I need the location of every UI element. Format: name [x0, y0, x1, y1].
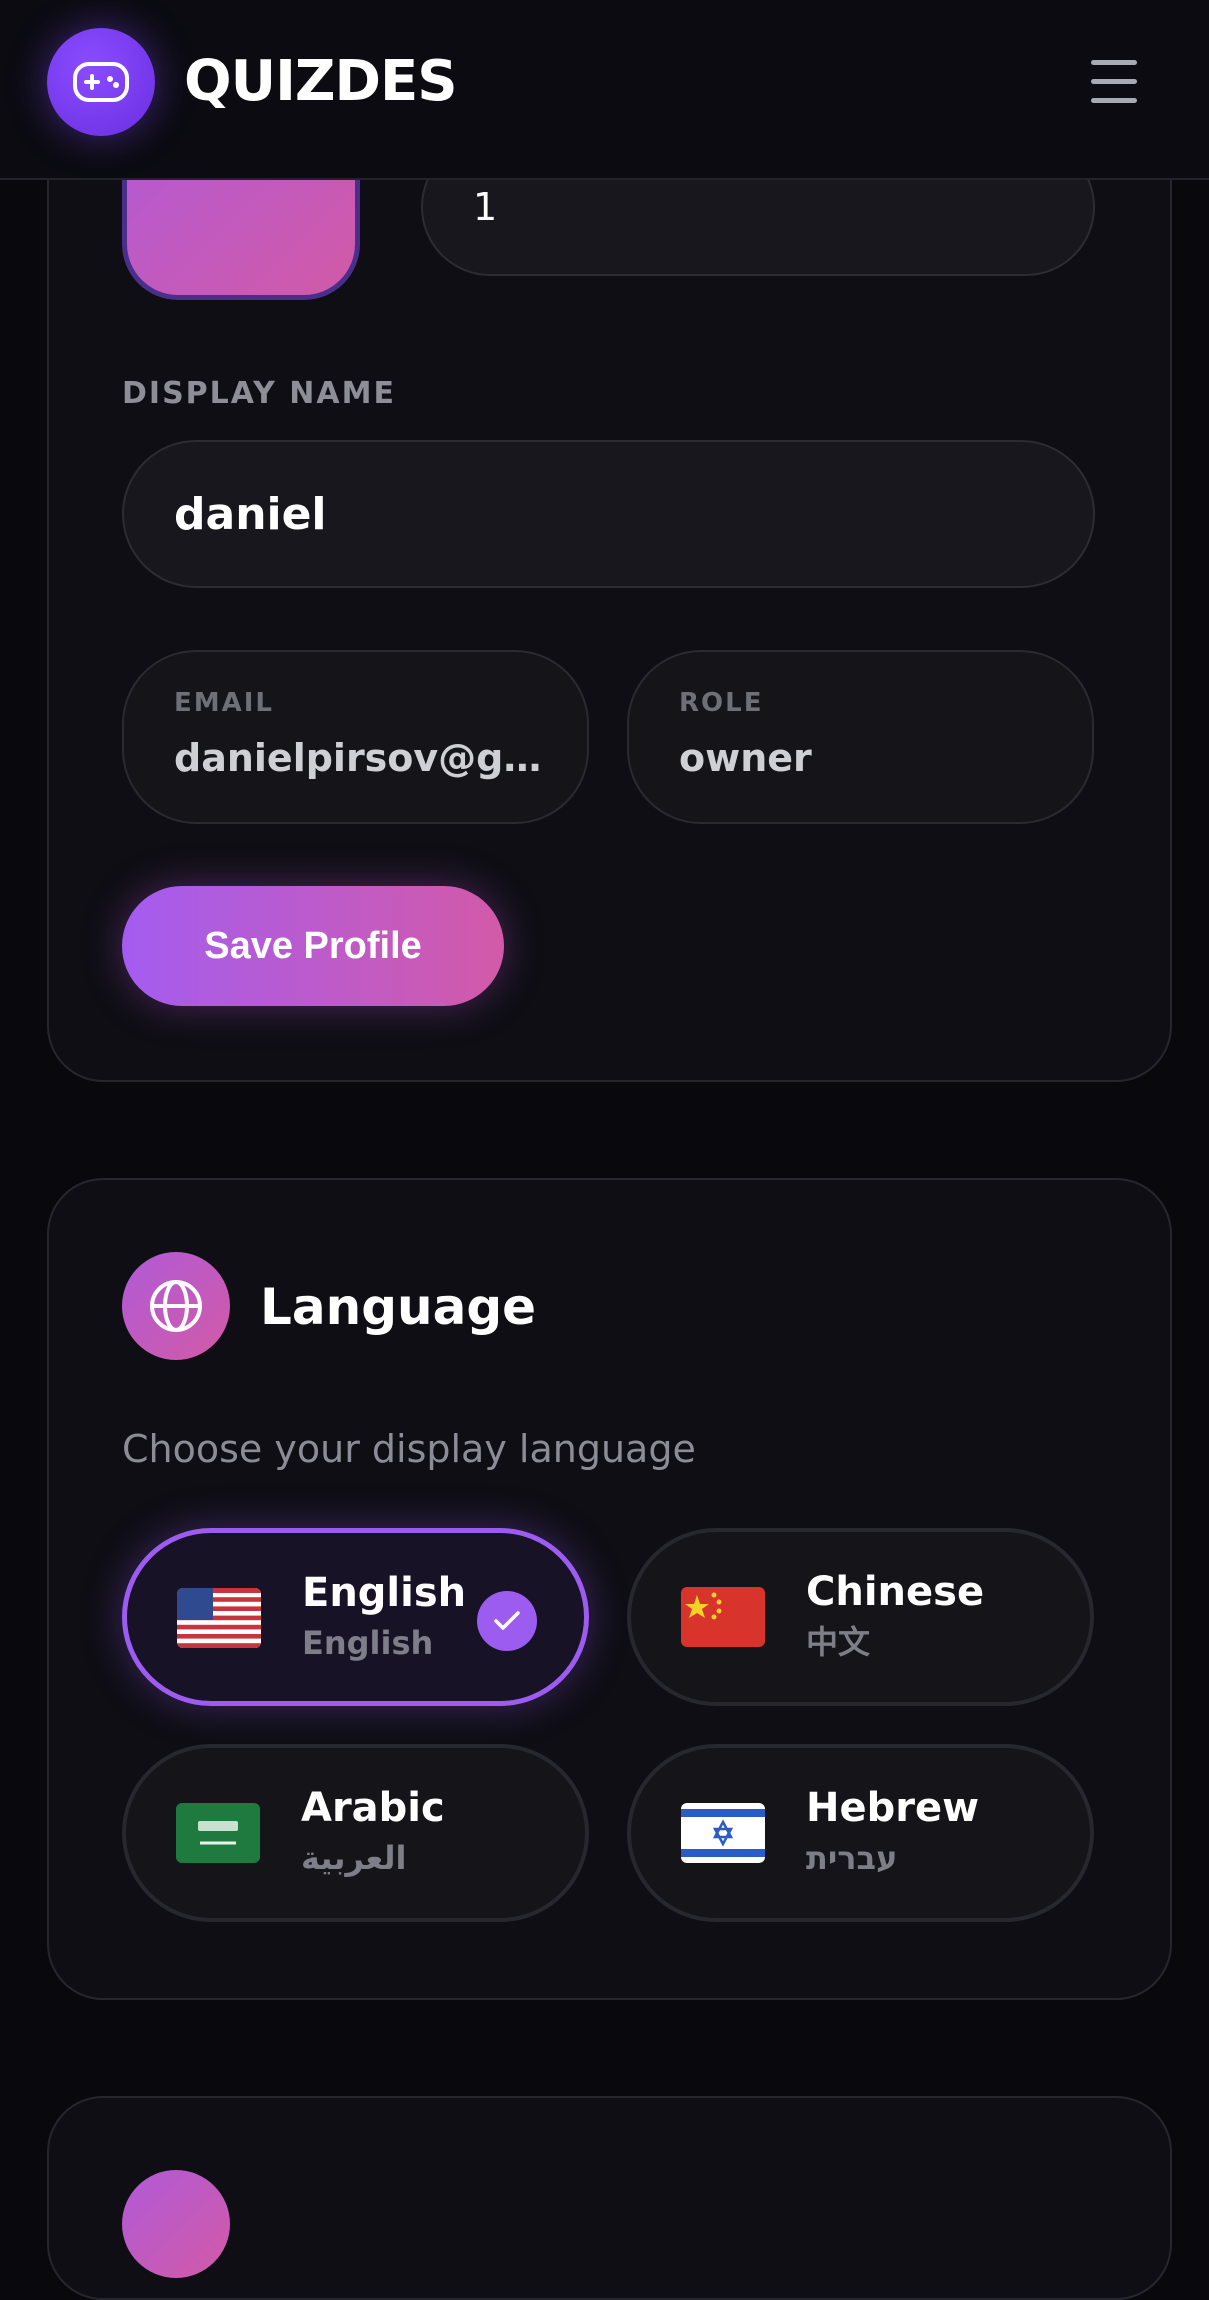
display-name-input[interactable]: daniel: [122, 440, 1095, 588]
save-profile-button[interactable]: Save Profile: [122, 886, 504, 1006]
gamepad-icon: [73, 62, 129, 102]
us-flag-icon: [177, 1588, 261, 1648]
globe-icon: [122, 1252, 230, 1360]
check-icon: [477, 1591, 537, 1651]
language-name: Arabic: [301, 1785, 445, 1831]
language-native-name: English: [302, 1624, 434, 1662]
language-name: Hebrew: [806, 1785, 980, 1831]
display-name-label: DISPLAY NAME: [122, 376, 396, 411]
china-flag-icon: [681, 1587, 765, 1647]
language-name: Chinese: [806, 1569, 985, 1615]
language-native-name: עברית: [806, 1839, 898, 1877]
language-title: Language: [260, 1278, 537, 1336]
email-label: EMAIL: [174, 688, 274, 718]
email-value: danielpirsov@g...: [174, 736, 544, 780]
language-option-hebrew[interactable]: Hebrew עברית: [627, 1744, 1094, 1922]
language-native-name: العربية: [301, 1839, 407, 1877]
language-option-arabic[interactable]: Arabic العربية: [122, 1744, 589, 1922]
role-value: owner: [679, 736, 812, 780]
language-native-name: 中文: [806, 1623, 871, 1661]
israel-flag-icon: [681, 1803, 765, 1863]
saudi-flag-icon: [176, 1803, 260, 1863]
email-box: EMAIL danielpirsov@g...: [122, 650, 589, 824]
language-description: Choose your display language: [122, 1427, 696, 1471]
language-option-chinese[interactable]: Chinese 中文: [627, 1528, 1094, 1706]
role-label: ROLE: [679, 688, 764, 718]
role-box: ROLE owner: [627, 650, 1094, 824]
section-icon: [122, 2170, 230, 2278]
brand-title[interactable]: QUIZDES: [184, 46, 458, 118]
language-option-english[interactable]: English English: [122, 1528, 589, 1706]
language-name: English: [302, 1570, 467, 1616]
app-header: QUIZDES: [0, 0, 1209, 180]
logo-badge[interactable]: [47, 28, 155, 136]
hamburger-menu-icon[interactable]: [1091, 58, 1141, 106]
